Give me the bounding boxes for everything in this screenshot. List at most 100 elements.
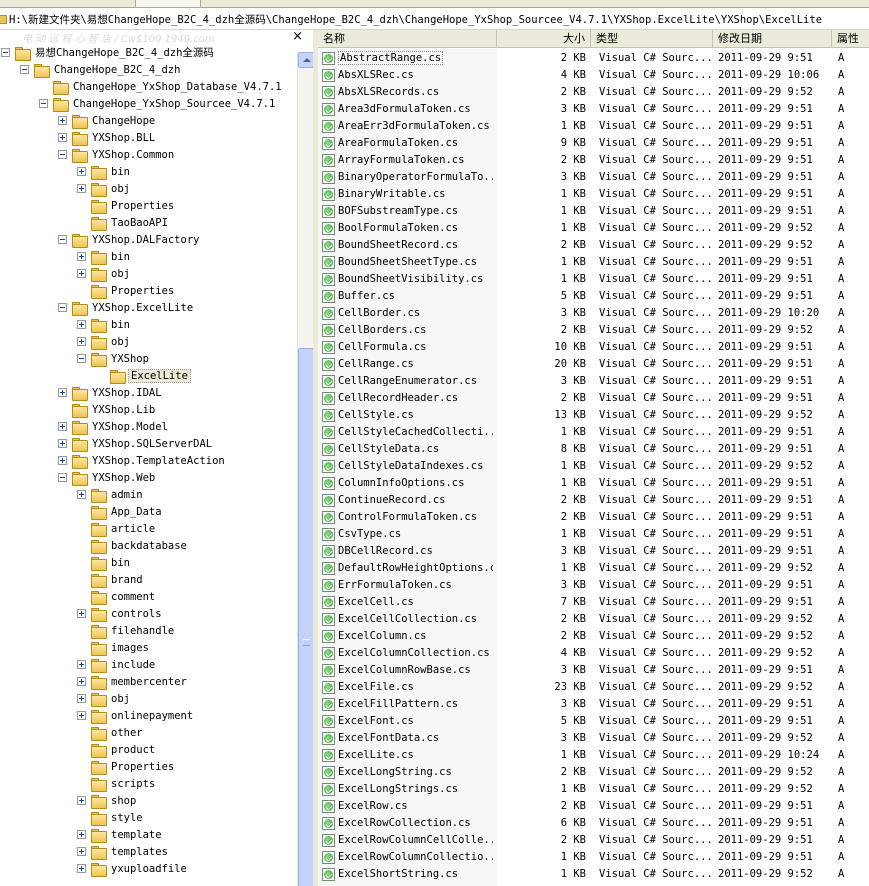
file-name[interactable]: BinaryOperatorFormulaTo...	[338, 169, 493, 186]
tree-item-label[interactable]: App_Data	[109, 506, 164, 518]
file-row[interactable]: AreaFormulaToken.cs 9 KB Visual C# Sourc..…	[318, 135, 869, 152]
expand-plus-icon[interactable]	[77, 167, 86, 176]
expand-plus-icon[interactable]	[77, 320, 86, 329]
file-row[interactable]: ExcelLite.cs 1 KB Visual C# Sourc... 2011-0…	[318, 747, 869, 764]
collapse-minus-icon[interactable]	[39, 99, 48, 108]
tree-item-label[interactable]: scripts	[109, 778, 157, 790]
expand-plus-icon[interactable]	[77, 269, 86, 278]
tree-item-label[interactable]: controls	[109, 608, 164, 620]
file-row[interactable]: BoolFormulaToken.cs 1 KB Visual C# Sourc..…	[318, 220, 869, 237]
file-name[interactable]: ExcelColumnCollection.cs	[338, 645, 493, 662]
file-row[interactable]: Buffer.cs 5 KB Visual C# Sourc... 2011-09-2…	[318, 288, 869, 305]
tree-item[interactable]: article	[77, 520, 157, 537]
tree-item[interactable]: YXShop.DALFactory	[58, 231, 201, 248]
tree-item-label[interactable]: admin	[109, 489, 145, 501]
tree-item-label[interactable]: images	[109, 642, 151, 654]
tree-item[interactable]: YXShop.Model	[58, 418, 170, 435]
tree-item[interactable]: YXShop.Web	[58, 469, 157, 486]
tree-item-label[interactable]: YXShop.ExcelLite	[90, 302, 195, 314]
file-row[interactable]: CellStyleCachedCollecti... 1 KB Visual C# …	[318, 424, 869, 441]
file-row[interactable]: ExcelCell.cs 7 KB Visual C# Sourc... 2011-0…	[318, 594, 869, 611]
tree-item-label[interactable]: bin	[109, 319, 132, 331]
file-name[interactable]: BoundSheetRecord.cs	[338, 237, 493, 254]
file-row[interactable]: BoundSheetVisibility.cs 1 KB Visual C# Sou…	[318, 271, 869, 288]
expand-plus-icon[interactable]	[77, 864, 86, 873]
file-name[interactable]: ExcelCellCollection.cs	[338, 611, 493, 628]
file-name[interactable]: ExcelColumnRowBase.cs	[338, 662, 493, 679]
collapse-minus-icon[interactable]	[20, 65, 29, 74]
file-row[interactable]: ExcelRowColumnCollectio... 1 KB Visual C# …	[318, 849, 869, 866]
tree-item-label[interactable]: filehandle	[109, 625, 176, 637]
tree-item[interactable]: bin	[77, 316, 132, 333]
expand-plus-icon[interactable]	[77, 337, 86, 346]
scrollbar-thumb[interactable]	[298, 348, 313, 886]
file-row[interactable]: CellStyleData.cs 8 KB Visual C# Sourc... 20…	[318, 441, 869, 458]
tree-item[interactable]: include	[77, 656, 157, 673]
tree-item-label[interactable]: article	[109, 523, 157, 535]
file-name[interactable]: ArrayFormulaToken.cs	[338, 152, 493, 169]
file-name[interactable]: ExcelRowColumnCellColle...	[338, 832, 493, 849]
file-name[interactable]: ExcelColumn.cs	[338, 628, 493, 645]
tree-item-label[interactable]: templates	[109, 846, 170, 858]
file-row[interactable]: ContinueRecord.cs 2 KB Visual C# Sourc... 2…	[318, 492, 869, 509]
tree-item[interactable]: onlinepayment	[77, 707, 195, 724]
file-row[interactable]: ExcelFont.cs 5 KB Visual C# Sourc... 2011-0…	[318, 713, 869, 730]
file-name[interactable]: CellStyle.cs	[338, 407, 493, 424]
file-name[interactable]: BoundSheetSheetType.cs	[338, 254, 493, 271]
file-row[interactable]: CellBorder.cs 3 KB Visual C# Sourc... 2011-…	[318, 305, 869, 322]
file-name[interactable]: AbstractRange.cs	[338, 50, 493, 67]
file-name[interactable]: ExcelFillPattern.cs	[338, 696, 493, 713]
file-name[interactable]: ExcelLite.cs	[338, 747, 493, 764]
address-bar[interactable]: H:\新建文件夹\易想ChangeHope_B2C_4_dzh全源码\Chang…	[0, 9, 869, 30]
tree-item-label[interactable]: style	[109, 812, 145, 824]
tree-item-label[interactable]: membercenter	[109, 676, 189, 688]
file-row[interactable]: ErrFormulaToken.cs 3 KB Visual C# Sourc...…	[318, 577, 869, 594]
tree-item[interactable]: 易想ChangeHope_B2C_4_dzh全源码	[1, 44, 216, 61]
tree-item[interactable]: other	[77, 724, 145, 741]
tree-item[interactable]: bin	[77, 554, 132, 571]
file-name[interactable]: CellRangeEnumerator.cs	[338, 373, 493, 390]
expand-plus-icon[interactable]	[58, 439, 67, 448]
file-row[interactable]: ExcelLongString.cs 2 KB Visual C# Sourc...…	[318, 764, 869, 781]
tree-item-label[interactable]: backdatabase	[109, 540, 189, 552]
tree-item[interactable]: Properties	[77, 282, 176, 299]
expand-plus-icon[interactable]	[58, 133, 67, 142]
tree-item-label[interactable]: Properties	[109, 285, 176, 297]
expand-plus-icon[interactable]	[77, 830, 86, 839]
tree-item-label[interactable]: obj	[109, 693, 132, 705]
tree-item-label[interactable]: comment	[109, 591, 157, 603]
file-row[interactable]: ExcelColumn.cs 2 KB Visual C# Sourc... 2011…	[318, 628, 869, 645]
tree-item-label[interactable]: Properties	[109, 761, 176, 773]
tree-item-label[interactable]: ChangeHope_YxShop_Database_V4.7.1	[71, 81, 284, 93]
tree-item-label[interactable]: YXShop.TemplateAction	[90, 455, 227, 467]
tree-item-label[interactable]: YXShop.SQLServerDAL	[90, 438, 214, 450]
collapse-minus-icon[interactable]	[1, 48, 10, 57]
tree-item-label[interactable]: ChangeHope_YxShop_Sourcee_V4.7.1	[71, 98, 277, 110]
file-row[interactable]: ExcelColumnCollection.cs 4 KB Visual C# So…	[318, 645, 869, 662]
expand-plus-icon[interactable]	[77, 711, 86, 720]
file-name[interactable]: ExcelRowCollection.cs	[338, 815, 493, 832]
file-row[interactable]: ExcelFillPattern.cs 3 KB Visual C# Sourc..…	[318, 696, 869, 713]
tree-item[interactable]: shop	[77, 792, 138, 809]
file-name[interactable]: ColumnInfoOptions.cs	[338, 475, 493, 492]
tree-item-label[interactable]: obj	[109, 268, 132, 280]
expand-plus-icon[interactable]	[77, 490, 86, 499]
file-name[interactable]: CellRecordHeader.cs	[338, 390, 493, 407]
file-row[interactable]: ControlFormulaToken.cs 2 KB Visual C# Sour…	[318, 509, 869, 526]
file-row[interactable]: BinaryWritable.cs 1 KB Visual C# Sourc... 2…	[318, 186, 869, 203]
close-icon[interactable]: ×	[292, 30, 303, 45]
tree-item-label[interactable]: shop	[109, 795, 138, 807]
expand-plus-icon[interactable]	[77, 694, 86, 703]
file-name[interactable]: ExcelRow.cs	[338, 798, 493, 815]
tree-item[interactable]: brand	[77, 571, 145, 588]
tree-item[interactable]: YXShop.TemplateAction	[58, 452, 227, 469]
file-row[interactable]: BinaryOperatorFormulaTo... 3 KB Visual C# …	[318, 169, 869, 186]
tree-item[interactable]: comment	[77, 588, 157, 605]
file-name[interactable]: ErrFormulaToken.cs	[338, 577, 493, 594]
file-name[interactable]: CellStyleDataIndexes.cs	[338, 458, 493, 475]
tree-item[interactable]: templates	[77, 843, 170, 860]
file-row[interactable]: ColumnInfoOptions.cs 1 KB Visual C# Sourc.…	[318, 475, 869, 492]
file-row[interactable]: AbstractRange.cs 2 KB Visual C# Sourc... 20…	[318, 50, 869, 67]
tree-item[interactable]: backdatabase	[77, 537, 189, 554]
file-name[interactable]: ExcelRowColumnCollectio...	[338, 849, 493, 866]
